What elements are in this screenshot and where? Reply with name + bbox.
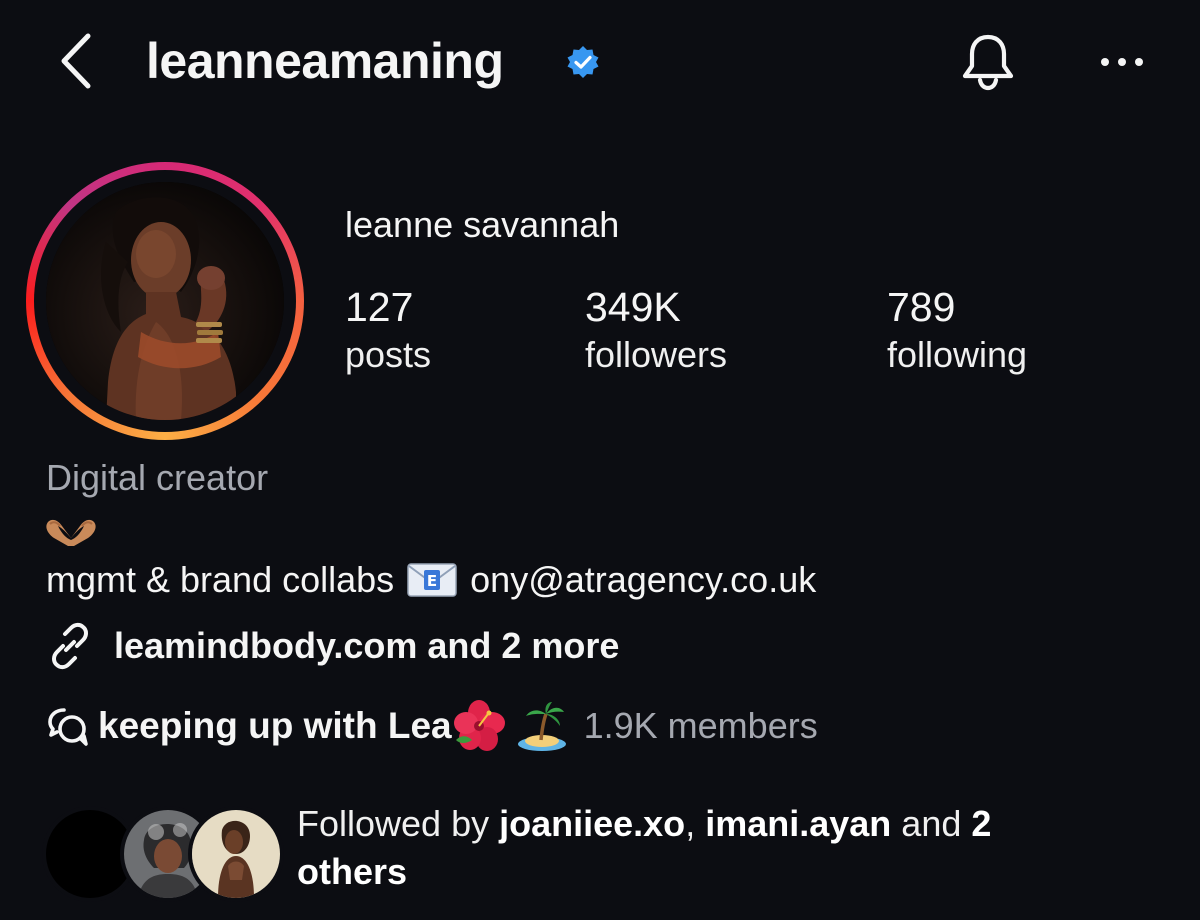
avatar (46, 182, 284, 420)
more-icon (1101, 58, 1143, 66)
stat-followers-count: 349K (585, 284, 681, 330)
stat-followers-label: followers (585, 334, 728, 375)
stat-posts-count: 127 (345, 284, 414, 330)
desert-island-emoji (517, 702, 566, 751)
broadcast-channel[interactable]: keeping up with Lea 1.9K members (44, 700, 818, 752)
followed-by-user-1: joaniiee.xo (499, 803, 686, 844)
stat-following[interactable]: 789 following (887, 283, 1027, 379)
followed-by-count: 2 (971, 803, 992, 844)
display-name: leanne savannah (345, 204, 620, 245)
followed-by-text[interactable]: Followed by joaniiee.xo, imani.ayan and … (297, 800, 1077, 896)
hibiscus-emoji (453, 700, 505, 751)
back-icon (61, 33, 91, 89)
verified-badge-icon (566, 45, 600, 79)
profile-username: leanneamaning (146, 33, 504, 89)
followed-by-prefix: Followed by (297, 803, 500, 844)
envelope-emoji: E (406, 561, 458, 599)
bio-link-text: leamindbody.com and 2 more (114, 625, 620, 666)
bio-contact-line: mgmt & brand collabs E ony@atragency.co.… (46, 558, 816, 602)
bio-contact-email[interactable]: ony@atragency.co.uk (470, 558, 816, 602)
bio-contact-prefix: mgmt & brand collabs (46, 559, 395, 600)
back-button[interactable] (52, 30, 104, 92)
stat-followers[interactable]: 349K followers (585, 283, 727, 379)
heart-hands-emoji (44, 516, 98, 548)
svg-text:E: E (427, 572, 437, 590)
followed-by-user-2: imani.ayan (705, 803, 892, 844)
followed-by-suffix: others (297, 851, 408, 892)
profile-avatar-story-ring[interactable] (26, 162, 304, 440)
channel-name: keeping up with Lea (98, 705, 452, 746)
notifications-button[interactable] (958, 30, 1018, 92)
stat-posts-label: posts (345, 334, 432, 375)
follower-avatar-3 (188, 806, 284, 902)
profile-category: Digital creator (46, 457, 269, 498)
followed-by-separator: , (685, 803, 706, 844)
channel-chat-icon (48, 708, 88, 746)
link-icon (52, 622, 88, 670)
more-options-button[interactable] (1096, 44, 1148, 80)
bell-icon (962, 34, 1014, 91)
followed-by-middle: and (891, 803, 972, 844)
channel-members: 1.9K members (583, 705, 818, 746)
stat-following-count: 789 (887, 284, 956, 330)
stat-following-label: following (887, 334, 1028, 375)
bio-links[interactable]: leamindbody.com and 2 more (44, 620, 619, 672)
stat-posts[interactable]: 127 posts (345, 283, 431, 379)
